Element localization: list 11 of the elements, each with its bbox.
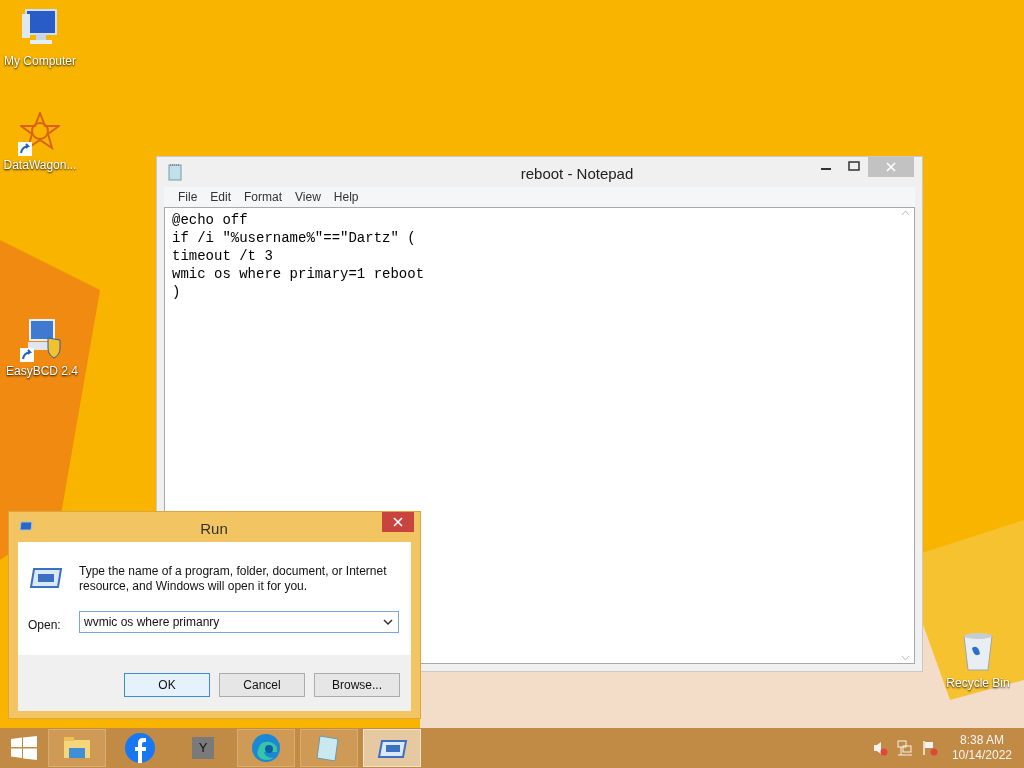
dialog-title: Run: [199, 519, 229, 539]
code-line: if /i "%username%"=="Dartz" (: [172, 229, 417, 247]
code-line: ): [172, 283, 182, 301]
clock-date: 10/14/2022: [951, 748, 1012, 763]
clock-time: 8:38 AM: [959, 733, 1004, 748]
app-icon: Y: [192, 737, 214, 759]
open-label: Open:: [28, 617, 61, 634]
code-line: timeout /t 3: [172, 247, 274, 265]
window-title: reboot - Notepad: [519, 164, 635, 184]
code-line: @echo off: [172, 211, 249, 229]
code-line: wmic os where primary=1 reboot: [172, 265, 426, 283]
